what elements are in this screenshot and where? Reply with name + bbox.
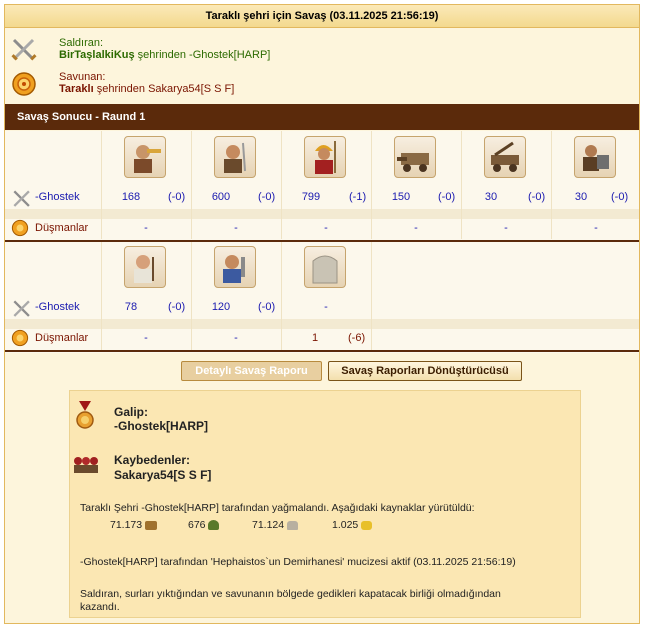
unit-loss: (-1) [349,191,367,203]
wall-unit-icon[interactable] [304,246,346,288]
enemy-count: - [324,222,328,234]
enemy-loss: (-6) [348,332,366,344]
unit-count: 150 [391,191,411,203]
attacker-row-name[interactable]: -Ghostek [35,301,80,313]
enemy-count: - [144,332,148,344]
unit-count: 600 [211,191,231,203]
enemy-count: - [234,332,238,344]
unit-count: 799 [301,191,321,203]
medal-icon [76,401,94,429]
unit-loss: (-0) [258,191,276,203]
warrior-unit-icon[interactable] [214,136,256,178]
catapult-unit-icon[interactable] [484,136,526,178]
shield-icon [11,329,29,347]
unit-count: - [324,301,328,313]
sulfur-icon [361,520,373,530]
round-divider [5,350,639,352]
report-title: Taraklı şehri için Savaş (03.11.2025 21:… [5,5,639,28]
unit-loss: (-0) [528,191,546,203]
unit-loss: (-0) [168,191,186,203]
enemy-count: - [234,222,238,234]
unit-count: 30 [574,191,588,203]
losers-label: Kaybedenler: [114,453,191,467]
defender-city-link[interactable]: Taraklı [59,83,94,95]
crossed-swords-icon [11,38,37,61]
unit-loss: (-0) [168,301,186,313]
unit-count: 78 [124,301,138,313]
resource-marble: 71.124 [252,519,299,531]
unit-count: 30 [484,191,498,203]
miracle-text: -Ghostek[HARP] tarafından 'Hephaistos`un… [80,556,516,568]
ram-unit-icon[interactable] [394,136,436,178]
grid-line [281,242,282,350]
enemies-row-name: Düşmanlar [35,332,89,344]
losers-name: Sakarya54[S S F] [114,468,212,482]
unit-count: 120 [211,301,231,313]
battle-result-box: Galip: -Ghostek[HARP] Kaybedenler: Sakar… [69,390,581,618]
shield-icon [11,219,29,237]
cook-unit-icon[interactable] [214,246,256,288]
marble-icon [287,520,299,530]
crossed-swords-icon [13,300,30,317]
unit-loss: (-0) [438,191,456,203]
defender-from: şehrinden Sakarya54[S S F] [93,83,235,95]
enemies-row-name: Düşmanlar [35,222,89,234]
resource-wine: 676 [188,519,220,531]
hoplite-unit-icon[interactable] [304,136,346,178]
wine-icon [208,520,220,531]
resource-value: 676 [188,519,206,531]
battle-report-panel: Taraklı şehri için Savaş (03.11.2025 21:… [4,4,640,624]
mortar-unit-icon[interactable] [574,136,616,178]
resource-wood: 71.173 [110,519,158,531]
resource-value: 71.124 [252,519,285,531]
shield-icon [12,72,36,96]
report-converter-button[interactable]: Savaş Raporları Dönüştürücüsü [328,361,522,381]
attacker-city-link[interactable]: BirTaşlalkiKuş [59,49,135,61]
enemy-count: - [414,222,418,234]
plunder-text: Taraklı Şehri -Ghostek[HARP] tarafından … [80,502,475,514]
defender-label: Savunan: [59,71,106,83]
trumpeter-unit-icon[interactable] [124,136,166,178]
attacker-row-name[interactable]: -Ghostek [35,191,80,203]
resource-value: 71.173 [110,519,143,531]
crossed-swords-icon [13,190,30,207]
winner-label: Galip: [114,405,149,419]
resource-value: 1.025 [332,519,359,531]
enemy-count: - [594,222,598,234]
unit-loss: (-0) [611,191,629,203]
enemy-count: - [504,222,508,234]
attacker-label: Saldıran: [59,37,104,49]
enemy-count: - [144,222,148,234]
resource-sulfur: 1.025 [332,519,373,531]
grid-line [371,242,372,350]
unit-loss: (-0) [258,301,276,313]
enemy-count: 1 [311,332,319,344]
wood-icon [145,520,158,530]
detailed-report-button[interactable]: Detaylı Savaş Raporu [181,361,322,381]
final-text-line1: Saldıran, surları yıktığından ve savunan… [80,588,501,600]
unit-count: 168 [121,191,141,203]
final-text-line2: kazandı. [80,601,120,613]
winner-name: -Ghostek[HARP] [114,419,209,433]
battle-result-bar: Savaş Sonucu - Raund 1 [5,104,639,130]
attacker-from: şehrinden -Ghostek[HARP] [134,49,271,61]
doctor-unit-icon[interactable] [124,246,166,288]
defeated-units-icon [74,457,98,473]
